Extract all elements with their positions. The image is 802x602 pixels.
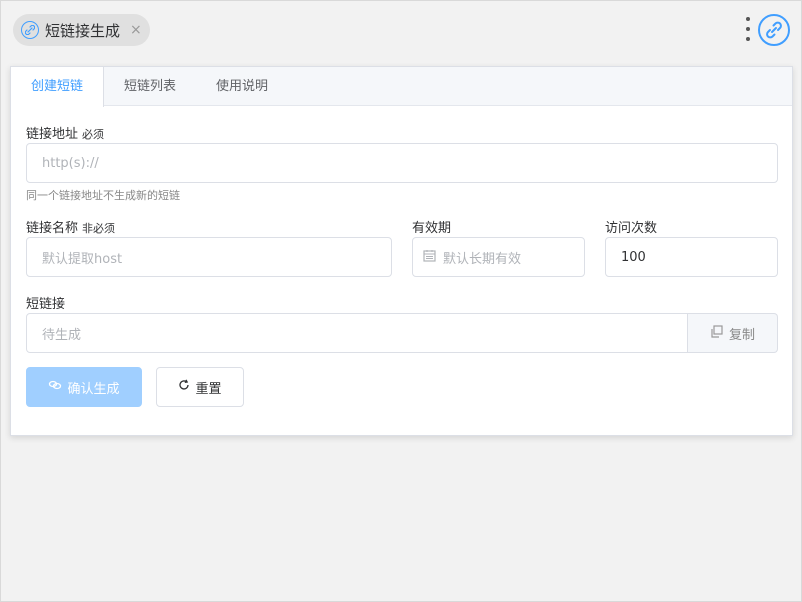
url-input[interactable]: http(s):// [26, 143, 778, 183]
tab-bar: 创建短链 短链列表 使用说明 [11, 67, 792, 107]
link-icon [48, 378, 62, 396]
link-icon[interactable] [758, 14, 790, 46]
short-link-placeholder: 待生成 [42, 327, 82, 343]
name-label: 链接名称 非必须 [26, 217, 115, 236]
expiry-date-picker[interactable]: 默认长期有效 [412, 237, 585, 277]
calendar-icon [423, 249, 436, 266]
expiry-label: 有效期 [412, 221, 452, 236]
confirm-generate-button[interactable]: 确认生成 [26, 367, 142, 407]
visits-label: 访问次数 [605, 221, 658, 236]
name-optional-tag: 非必须 [82, 222, 116, 235]
expiry-placeholder: 默认长期有效 [443, 251, 522, 267]
reset-button[interactable]: 重置 [156, 367, 244, 407]
name-label-text: 链接名称 [26, 221, 79, 236]
url-label-text: 链接地址 [26, 127, 79, 142]
copy-label: 复制 [728, 327, 755, 343]
tab-create[interactable]: 创建短链 [11, 67, 105, 107]
name-input[interactable]: 默认提取host [26, 237, 392, 277]
open-tab-pill[interactable]: 短链接生成 × [13, 14, 150, 46]
short-link-input[interactable]: 待生成 [26, 313, 688, 353]
copy-icon [710, 324, 723, 342]
close-icon[interactable]: × [130, 23, 142, 37]
url-placeholder: http(s):// [42, 155, 99, 171]
copy-button[interactable]: 复制 [688, 313, 778, 353]
link-icon [21, 21, 39, 39]
short-link-label: 短链接 [26, 297, 66, 312]
url-label: 链接地址 必须 [26, 123, 104, 142]
tab-list[interactable]: 短链列表 [104, 67, 196, 106]
visits-input[interactable]: 100 [605, 237, 778, 277]
refresh-icon [178, 379, 190, 395]
visits-value: 100 [621, 249, 646, 265]
confirm-label: 确认生成 [67, 381, 120, 397]
tab-help[interactable]: 使用说明 [196, 67, 288, 106]
reset-label: 重置 [195, 381, 222, 397]
url-hint: 同一个链接地址不生成新的短链 [26, 189, 180, 202]
url-required-tag: 必须 [82, 128, 105, 141]
short-link-card: 创建短链 短链列表 使用说明 链接地址 必须 http(s):// 同一个链接地址… [10, 66, 793, 436]
more-menu-icon[interactable] [743, 17, 753, 41]
name-placeholder: 默认提取host [42, 251, 123, 267]
open-tab-label: 短链接生成 [45, 21, 121, 40]
top-bar: 短链接生成 × [1, 1, 801, 59]
